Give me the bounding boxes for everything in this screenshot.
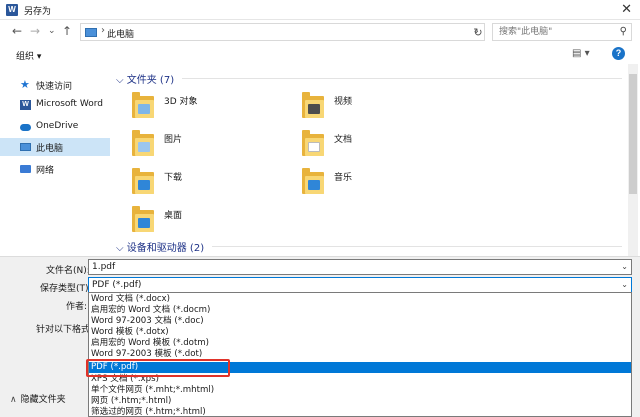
window-title: 另存为 xyxy=(24,7,52,17)
folder-downloads[interactable]: 下载 xyxy=(116,164,276,200)
view-options-icon[interactable]: ▤ ▾ xyxy=(572,48,590,59)
back-arrow-icon[interactable]: ← xyxy=(12,24,22,38)
recent-dropdown-icon[interactable]: ⌄ xyxy=(48,24,56,38)
filename-value: 1.pdf xyxy=(92,262,116,272)
folder-icon xyxy=(132,130,154,156)
forward-arrow-icon[interactable]: → xyxy=(30,24,40,38)
sidebar-item-microsoft-word[interactable]: W Microsoft Word xyxy=(0,96,110,114)
folder-documents[interactable]: 文档 xyxy=(286,126,446,162)
search-icon[interactable]: ⚲ xyxy=(620,26,627,37)
folder-icon xyxy=(132,92,154,118)
address-bar[interactable]: › 此电脑 ⌄ xyxy=(80,23,485,41)
highlight-annotation xyxy=(86,359,230,377)
folder-icon xyxy=(132,206,154,232)
organize-button[interactable]: 组织 ▾ xyxy=(16,49,41,62)
folder-label: 3D 对象 xyxy=(164,97,198,107)
folder-videos[interactable]: 视频 xyxy=(286,88,446,124)
sidebar-item-label: 网络 xyxy=(36,166,55,176)
star-icon: ★ xyxy=(20,78,30,91)
sidebar-item-label: 此电脑 xyxy=(36,144,64,154)
address-location[interactable]: 此电脑 xyxy=(107,27,134,40)
filetype-option-docx[interactable]: Word 文档 (*.docx) xyxy=(89,294,631,305)
search-input[interactable] xyxy=(493,24,613,40)
filetype-option-mht[interactable]: 单个文件网页 (*.mht;*.mhtml) xyxy=(89,385,631,396)
close-button[interactable]: ✕ xyxy=(621,2,632,18)
scrollbar[interactable] xyxy=(628,64,638,256)
path-separator: › xyxy=(101,25,105,36)
folder-pictures[interactable]: 图片 xyxy=(116,126,276,162)
filetype-label: 保存类型(T): xyxy=(40,284,92,294)
folder-label: 视频 xyxy=(334,97,353,107)
filetype-select[interactable]: PDF (*.pdf) ⌄ xyxy=(88,277,632,293)
computer-icon xyxy=(85,28,97,37)
group-divider xyxy=(182,78,622,79)
word-icon: W xyxy=(20,100,31,110)
chevron-down-icon[interactable]: ⌄ xyxy=(621,280,628,289)
folder-3d-objects[interactable]: 3D 对象 xyxy=(116,88,276,124)
network-icon xyxy=(20,165,31,173)
folder-icon xyxy=(302,130,324,156)
scrollbar-thumb[interactable] xyxy=(629,74,637,194)
filetype-option-dotx[interactable]: Word 模板 (*.dotx) xyxy=(89,327,631,338)
folder-label: 图片 xyxy=(164,135,183,145)
sidebar-item-label: OneDrive xyxy=(36,121,79,131)
computer-icon xyxy=(20,143,31,151)
author-label: 作者: xyxy=(66,302,88,312)
folder-desktop[interactable]: 桌面 xyxy=(116,202,276,238)
help-icon[interactable]: ? xyxy=(612,47,625,60)
search-box[interactable]: ⚲ xyxy=(492,23,632,41)
toolbar: 组织 ▾ ▤ ▾ ? xyxy=(0,44,640,64)
group-divider xyxy=(212,246,622,247)
filetype-option-docm[interactable]: 启用宏的 Word 文档 (*.docm) xyxy=(89,305,631,316)
word-icon: W xyxy=(6,4,18,16)
filename-field[interactable]: 1.pdf ⌄ xyxy=(88,259,632,275)
chevron-down-icon[interactable]: ⌄ xyxy=(621,262,628,271)
refresh-icon[interactable]: ↻ xyxy=(470,25,486,41)
group-header-devices[interactable]: ⌵ 设备和驱动器 (2) xyxy=(116,239,204,254)
filetype-option-htm[interactable]: 网页 (*.htm;*.html) xyxy=(89,396,631,407)
folder-label: 桌面 xyxy=(164,211,183,221)
sidebar-item-this-pc[interactable]: 此电脑 xyxy=(0,138,110,156)
file-list: ⌵ 文件夹 (7) 3D 对象 视频 图片 文档 下载 音乐 桌面 ⌵ 设备和驱… xyxy=(112,64,628,256)
title-bar: W 另存为 ✕ xyxy=(0,0,640,20)
filename-label: 文件名(N): xyxy=(46,266,90,276)
filetype-dropdown-list: Word 文档 (*.docx) 启用宏的 Word 文档 (*.docm) W… xyxy=(88,292,632,417)
folder-icon xyxy=(302,92,324,118)
folder-music[interactable]: 音乐 xyxy=(286,164,446,200)
hide-folders-toggle[interactable]: ∧ 隐藏文件夹 xyxy=(10,392,66,405)
folder-icon xyxy=(302,168,324,194)
cloud-icon xyxy=(20,124,31,131)
folder-label: 下载 xyxy=(164,173,183,183)
up-arrow-icon[interactable]: ↑ xyxy=(62,24,72,38)
sidebar-item-label: 快速访问 xyxy=(36,82,73,92)
chevron-up-icon: ∧ xyxy=(10,395,17,405)
filetype-value: PDF (*.pdf) xyxy=(92,280,142,290)
folder-label: 文档 xyxy=(334,135,353,145)
sidebar-item-network[interactable]: 网络 xyxy=(0,160,110,178)
navigation-pane: ★ 快速访问 W Microsoft Word OneDrive 此电脑 网络 xyxy=(0,70,110,256)
sidebar-item-label: Microsoft Word xyxy=(36,99,103,109)
folder-label: 音乐 xyxy=(334,173,353,183)
sidebar-item-quick-access[interactable]: ★ 快速访问 xyxy=(0,76,110,94)
sidebar-item-onedrive[interactable]: OneDrive xyxy=(0,118,110,136)
filetype-option-doc[interactable]: Word 97-2003 文档 (*.doc) xyxy=(89,316,631,327)
filetype-option-dotm[interactable]: 启用宏的 Word 模板 (*.dotm) xyxy=(89,338,631,349)
hide-folders-label: 隐藏文件夹 xyxy=(20,395,66,405)
filetype-option-filtered-htm[interactable]: 筛选过的网页 (*.htm;*.html) xyxy=(89,407,631,416)
group-header-folders[interactable]: ⌵ 文件夹 (7) xyxy=(116,71,174,86)
folder-icon xyxy=(132,168,154,194)
